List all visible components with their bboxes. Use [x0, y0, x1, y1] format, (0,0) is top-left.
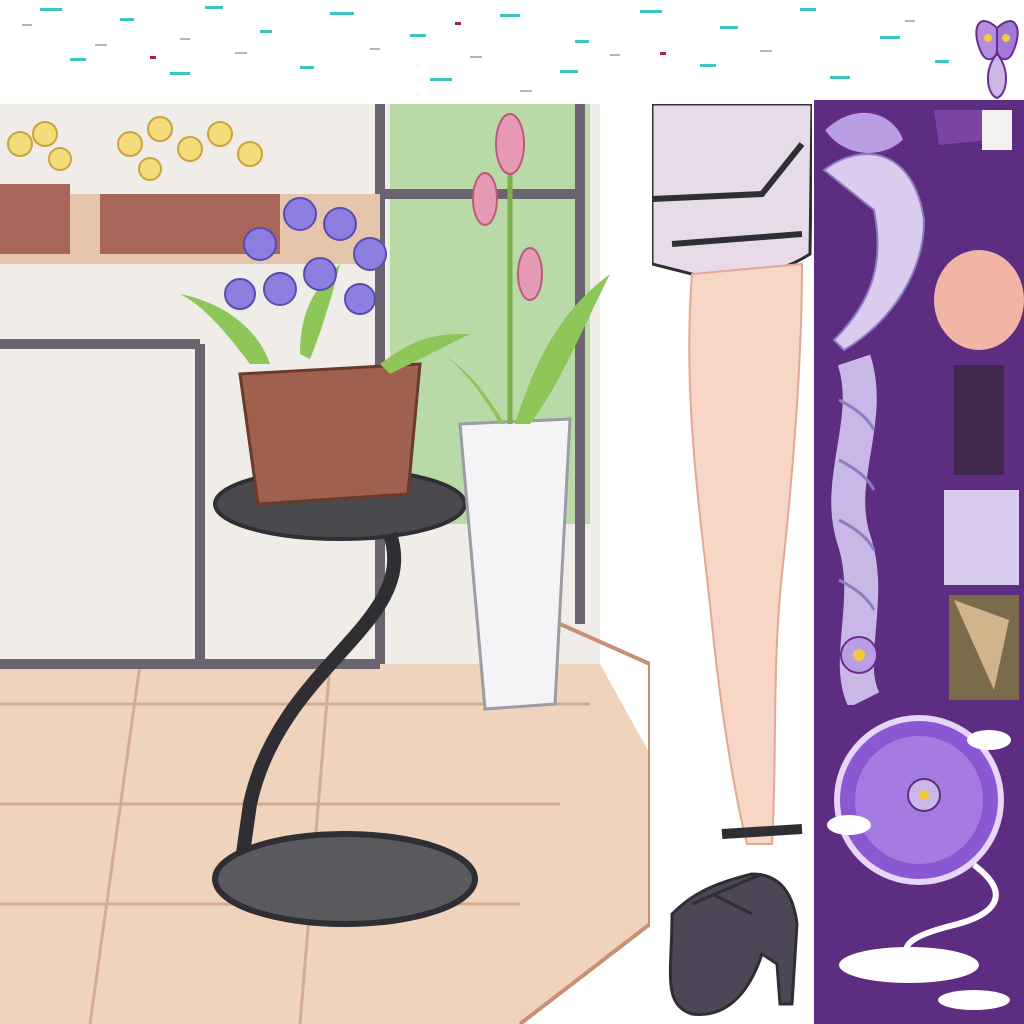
- leg-illustration: [652, 104, 812, 1024]
- butterfly-sprite: [970, 10, 1024, 106]
- purple-orb: [814, 705, 1024, 1024]
- hair-pieces: [814, 100, 1024, 705]
- flower-scene-illustration: [0, 104, 650, 1024]
- speckle-fragments: [22, 6, 949, 92]
- flower-shop-scene: [0, 104, 650, 1024]
- speckle-strip: [0, 0, 970, 104]
- sprite-atlas: [0, 0, 1024, 1024]
- butterfly-icon: [975, 20, 1019, 100]
- leg-sprite: [652, 104, 812, 1024]
- purple-orb-illustration: [814, 705, 1024, 1024]
- hair-pieces-illustration: [814, 100, 1024, 705]
